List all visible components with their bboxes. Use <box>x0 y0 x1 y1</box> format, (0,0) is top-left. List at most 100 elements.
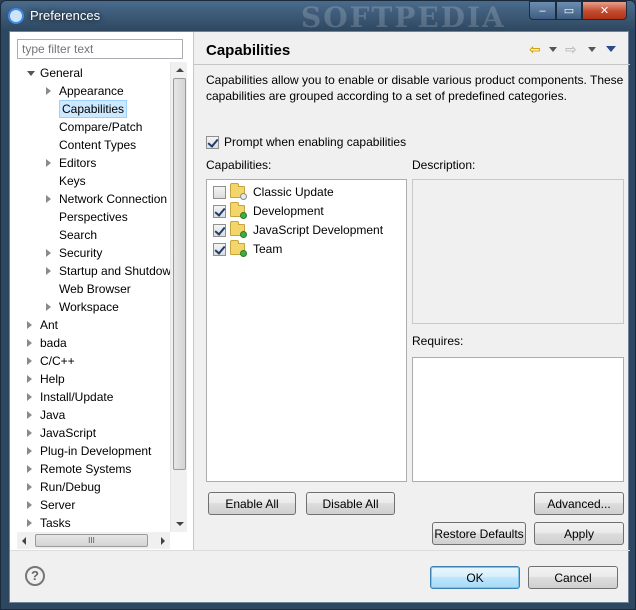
tree-item-label: Help <box>40 372 65 386</box>
capability-item[interactable]: Development <box>213 202 324 220</box>
tree-item[interactable]: Appearance <box>10 82 175 100</box>
collapsed-arrow-icon[interactable] <box>27 375 32 383</box>
tree-item-label: Web Browser <box>59 282 131 296</box>
collapsed-arrow-icon[interactable] <box>27 339 32 347</box>
collapsed-arrow-icon[interactable] <box>27 483 32 491</box>
capability-item[interactable]: Team <box>213 240 282 258</box>
back-arrow-icon[interactable]: ⇦ <box>529 40 541 58</box>
tree-item[interactable]: Perspectives <box>10 208 175 226</box>
apply-button[interactable]: Apply <box>534 522 624 545</box>
tree-item[interactable]: Workspace <box>10 298 175 316</box>
capability-item[interactable]: Classic Update <box>213 183 334 201</box>
collapsed-arrow-icon[interactable] <box>27 465 32 473</box>
tree-item[interactable]: Tasks <box>10 514 175 532</box>
tree-item[interactable]: Java <box>10 406 175 424</box>
collapsed-arrow-icon[interactable] <box>27 393 32 401</box>
horizontal-scroll-thumb[interactable]: III <box>35 534 148 547</box>
tree-item-label: JavaScript <box>40 426 97 440</box>
tree-item[interactable]: Security <box>10 244 175 262</box>
scroll-down-arrow-icon[interactable] <box>176 522 184 526</box>
tree-item[interactable]: Server <box>10 496 175 514</box>
capability-item[interactable]: JavaScript Development <box>213 221 383 239</box>
tree-item-label: Workspace <box>59 300 119 314</box>
tree-item[interactable]: Network Connection <box>10 190 175 208</box>
collapsed-arrow-icon[interactable] <box>27 411 32 419</box>
tree-item[interactable]: Remote Systems <box>10 460 175 478</box>
maximize-button[interactable]: ▭ <box>556 1 582 20</box>
capabilities-label: Capabilities: <box>206 158 272 172</box>
scroll-right-arrow-icon[interactable] <box>161 537 165 545</box>
tree-item[interactable]: C/C++ <box>10 352 175 370</box>
tree-item[interactable]: Web Browser <box>10 280 175 298</box>
collapsed-arrow-icon[interactable] <box>46 249 51 257</box>
title-bar[interactable]: Preferences SOFTPEDIA – ▭ ✕ <box>1 1 636 34</box>
collapsed-arrow-icon[interactable] <box>46 159 51 167</box>
collapsed-arrow-icon[interactable] <box>27 357 32 365</box>
restore-defaults-button[interactable]: Restore Defaults <box>432 522 526 545</box>
scroll-thumb[interactable] <box>173 78 186 470</box>
minimize-button[interactable]: – <box>529 1 556 20</box>
collapsed-arrow-icon[interactable] <box>27 321 32 329</box>
capability-checkbox[interactable] <box>213 223 226 237</box>
tree-vertical-scrollbar[interactable] <box>170 62 187 532</box>
advanced-button[interactable]: Advanced... <box>534 492 624 515</box>
tree-item[interactable]: JavaScript <box>10 424 175 442</box>
prompt-checkbox-row[interactable]: Prompt when enabling capabilities <box>206 134 406 150</box>
tree-item[interactable]: Startup and Shutdown <box>10 262 175 280</box>
description-box <box>412 179 624 324</box>
tree-item[interactable]: Content Types <box>10 136 175 154</box>
enabled-overlay-icon <box>240 231 247 238</box>
forward-arrow-icon[interactable]: ⇨ <box>565 40 577 58</box>
tree-item[interactable]: Ant <box>10 316 175 334</box>
collapsed-arrow-icon[interactable] <box>27 447 32 455</box>
collapsed-arrow-icon[interactable] <box>46 87 51 95</box>
tree-horizontal-scrollbar[interactable]: III <box>17 532 170 549</box>
tree-item[interactable]: Editors <box>10 154 175 172</box>
collapsed-arrow-icon[interactable] <box>27 429 32 437</box>
tree-item[interactable]: Install/Update <box>10 388 175 406</box>
tree-item[interactable]: Help <box>10 370 175 388</box>
tree-item[interactable]: bada <box>10 334 175 352</box>
tree-item[interactable]: Capabilities <box>10 100 175 118</box>
capabilities-list[interactable]: Classic Update Development JavaScript Deve… <box>206 179 407 482</box>
tree-item[interactable]: Plug-in Development <box>10 442 175 460</box>
close-button[interactable]: ✕ <box>582 1 627 20</box>
tree-item-label: Editors <box>59 156 97 170</box>
tree-item-label: Perspectives <box>59 210 128 224</box>
collapsed-arrow-icon[interactable] <box>27 501 32 509</box>
requires-label: Requires: <box>412 334 464 348</box>
scroll-up-arrow-icon[interactable] <box>176 68 184 72</box>
enable-all-button[interactable]: Enable All <box>208 492 296 515</box>
scroll-left-arrow-icon[interactable] <box>22 537 26 545</box>
collapsed-arrow-icon[interactable] <box>46 267 51 275</box>
tree-item[interactable]: Keys <box>10 172 175 190</box>
capability-checkbox[interactable] <box>213 204 226 218</box>
menu-triangle-icon <box>606 46 616 52</box>
tree-item[interactable]: Compare/Patch <box>10 118 175 136</box>
collapsed-arrow-icon[interactable] <box>46 303 51 311</box>
tree-item[interactable]: General <box>10 64 175 82</box>
help-icon[interactable]: ? <box>25 566 45 586</box>
collapsed-arrow-icon[interactable] <box>27 519 32 527</box>
view-menu-button[interactable] <box>606 40 616 58</box>
capability-checkbox[interactable] <box>213 185 226 199</box>
capability-folder-icon <box>230 240 247 257</box>
expanded-arrow-icon[interactable] <box>27 71 35 76</box>
watermark-text: SOFTPEDIA <box>301 1 506 34</box>
tree-item[interactable]: Run/Debug <box>10 478 175 496</box>
collapsed-arrow-icon[interactable] <box>46 195 51 203</box>
tree-item[interactable]: Search <box>10 226 175 244</box>
prompt-checkbox[interactable] <box>206 135 219 149</box>
tree-item-label: General <box>40 66 83 80</box>
ok-button[interactable]: OK <box>430 566 520 589</box>
disable-all-button[interactable]: Disable All <box>306 492 395 515</box>
enabled-overlay-icon <box>240 212 247 219</box>
filter-input[interactable] <box>17 39 183 59</box>
cancel-button[interactable]: Cancel <box>528 566 618 589</box>
forward-history-dropdown[interactable] <box>587 40 597 58</box>
back-history-dropdown[interactable] <box>548 40 558 58</box>
tree-item-label: Run/Debug <box>40 480 101 494</box>
capability-checkbox[interactable] <box>213 242 226 256</box>
capability-folder-icon <box>230 221 247 238</box>
capabilities-page: Capabilities ⇦ ⇨ Capabilities allow you … <box>194 32 630 550</box>
